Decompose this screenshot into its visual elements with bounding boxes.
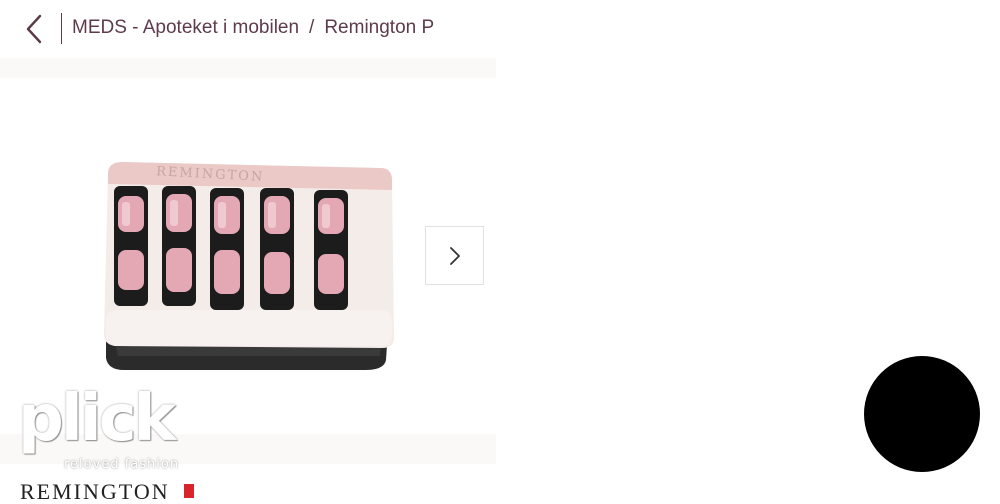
breadcrumb: MEDS - Apoteket i mobilen / Remington P (72, 17, 476, 39)
brand-logo: REMINGTON (20, 479, 170, 504)
top-bar: MEDS - Apoteket i mobilen / Remington P (0, 0, 496, 58)
chevron-left-icon (26, 14, 42, 44)
chevron-right-icon (449, 246, 460, 265)
gallery-top-band (0, 58, 496, 78)
header-divider (61, 13, 62, 44)
breadcrumb-product: Remington P (324, 17, 435, 38)
floating-action-button[interactable] (864, 356, 980, 472)
back-button[interactable] (22, 12, 50, 46)
carousel-next-button[interactable] (425, 226, 484, 285)
breadcrumb-store-link[interactable]: MEDS - Apoteket i mobilen (72, 17, 299, 38)
product-image: REMINGTON (104, 162, 394, 370)
plick-logo: plick (18, 382, 176, 456)
plick-watermark: plick reloved fashion (18, 382, 190, 472)
plick-tagline: reloved fashion (64, 457, 180, 472)
breadcrumb-separator: / (309, 17, 315, 38)
